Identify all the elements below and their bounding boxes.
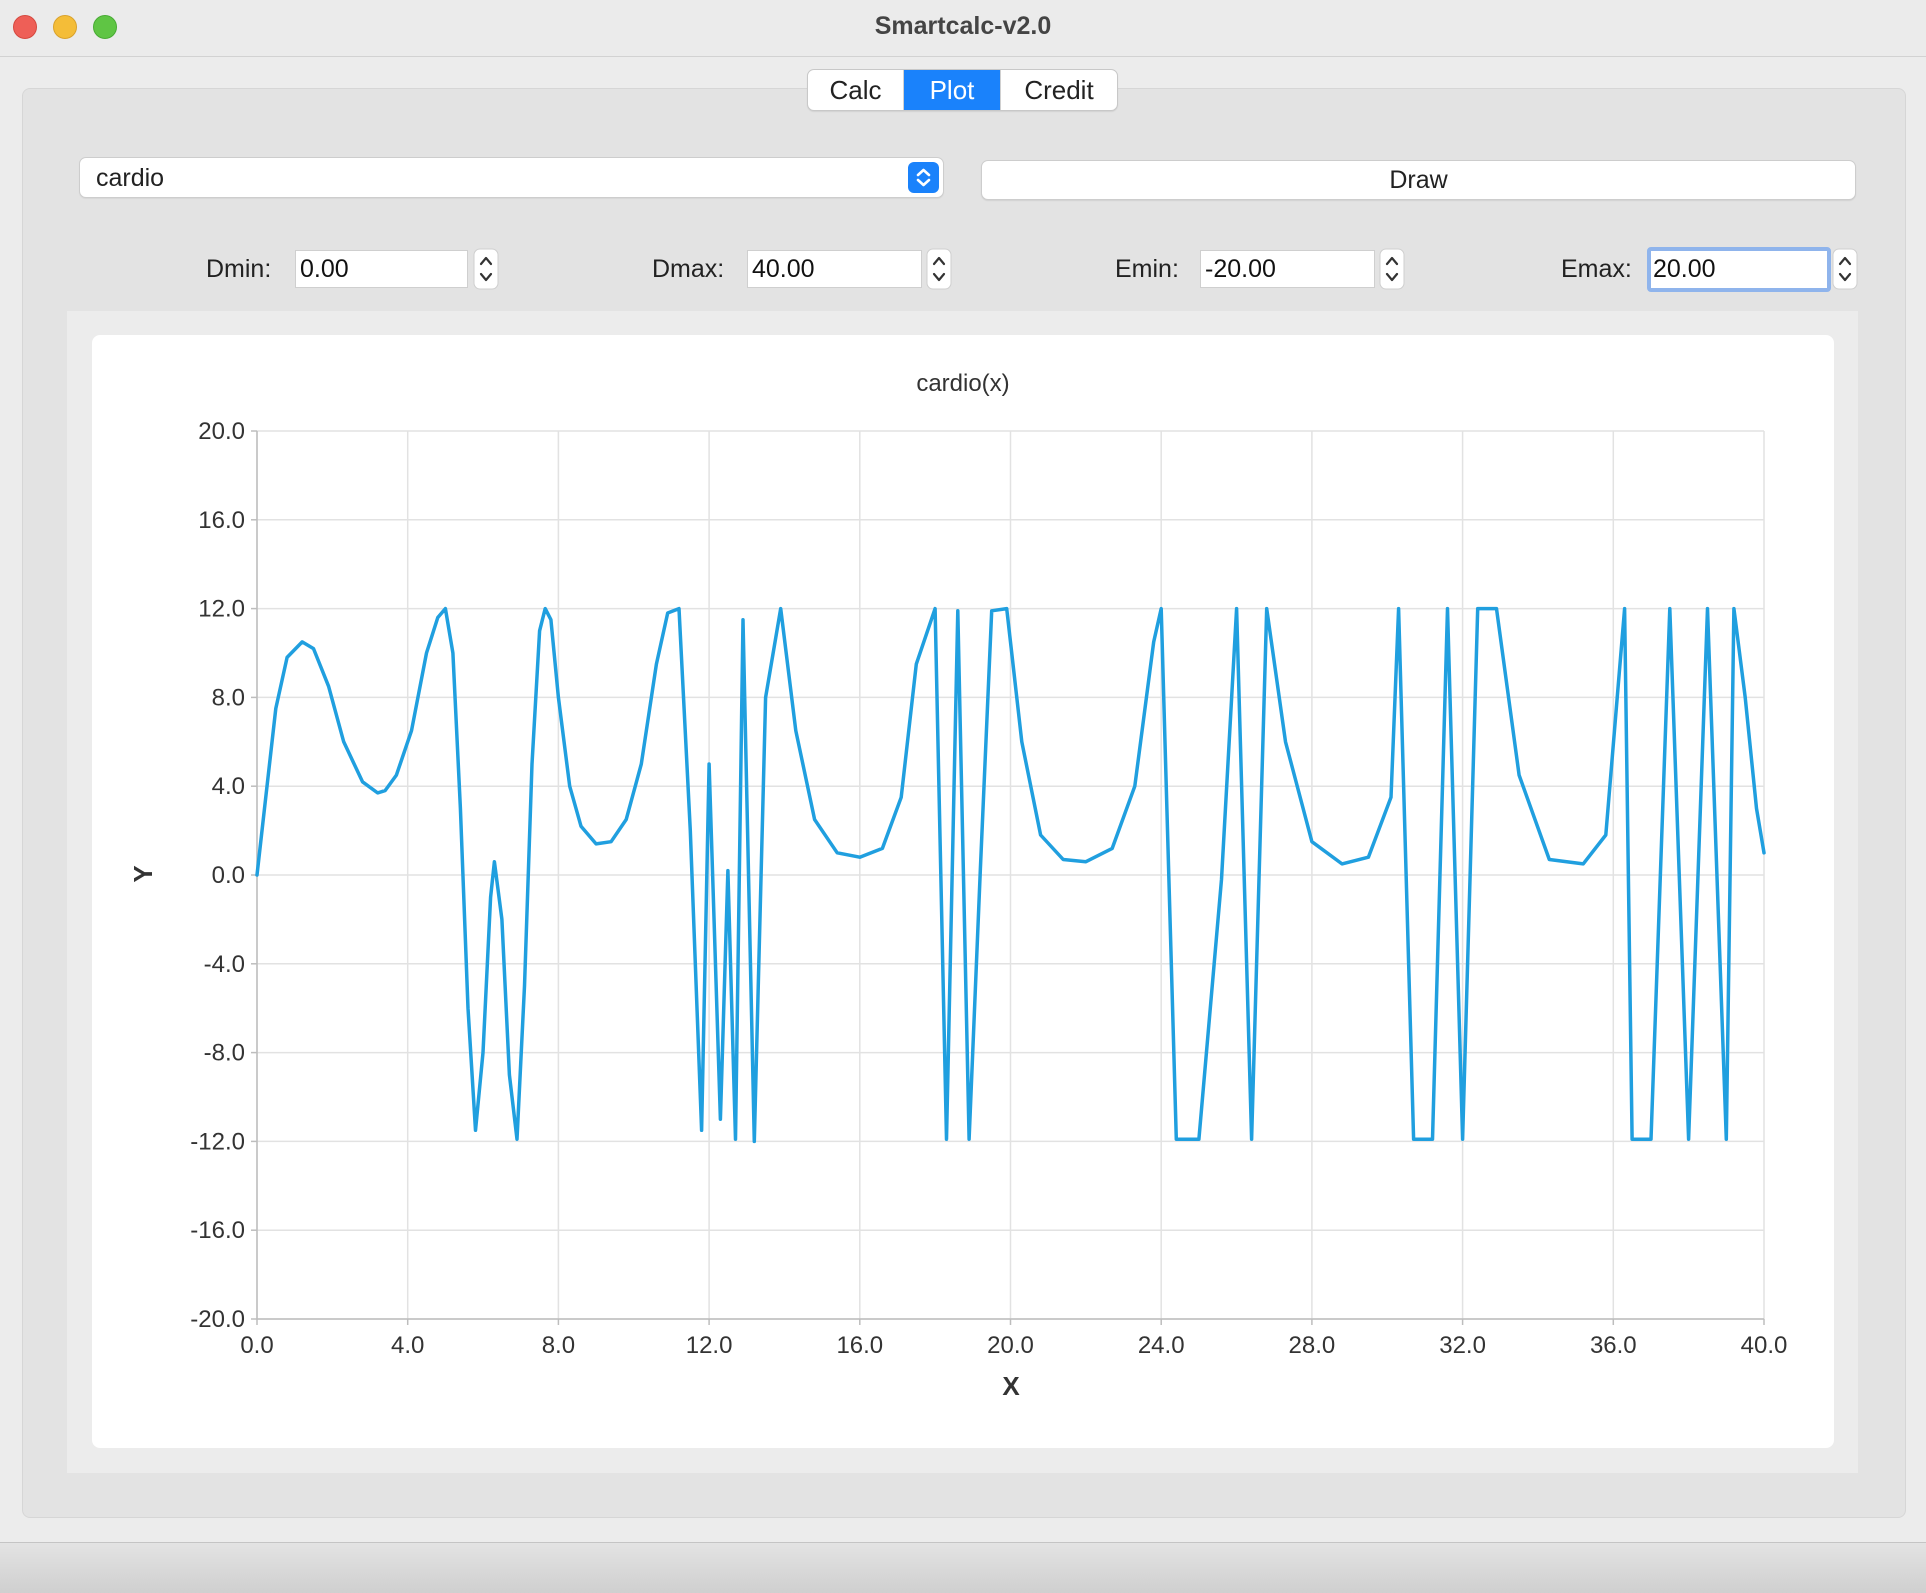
dmin-label: Dmin:	[206, 255, 272, 283]
dmax-stepper[interactable]	[926, 248, 952, 290]
x-tick-label: 32.0	[1439, 1332, 1486, 1359]
chart-title: cardio(x)	[916, 370, 1009, 397]
emax-label: Emax:	[1561, 255, 1632, 283]
dmin-input[interactable]: 0.00	[295, 250, 468, 288]
emax-stepper[interactable]	[1832, 248, 1858, 290]
y-tick-label: -8.0	[204, 1040, 245, 1067]
title-bar: Smartcalc-v2.0	[0, 0, 1926, 57]
y-tick-label: 20.0	[198, 418, 245, 445]
emin-label: Emin:	[1115, 255, 1179, 283]
dmax-label: Dmax:	[652, 255, 725, 283]
x-axis-label: X	[1002, 1371, 1020, 1401]
tab-bar: Calc Plot Credit	[807, 69, 1118, 111]
y-tick-label: -12.0	[190, 1128, 245, 1155]
x-tick-label: 8.0	[542, 1332, 575, 1359]
y-tick-label: 4.0	[212, 773, 245, 800]
chart-card: 0.0 4.0 8.0 12.0 16.0 20.0 24.0 28.0 32.0 36.0 40.…	[92, 335, 1834, 1448]
x-tick-label: 28.0	[1289, 1332, 1336, 1359]
function-select-value: cardio	[96, 164, 165, 192]
emax-input[interactable]: 20.00	[1647, 247, 1831, 292]
tab-plot[interactable]: Plot	[904, 70, 1001, 110]
y-tick-label: -4.0	[204, 951, 245, 978]
tab-calc[interactable]: Calc	[808, 70, 904, 110]
window-title: Smartcalc-v2.0	[874, 12, 1052, 40]
y-axis-label: Y	[128, 865, 158, 882]
y-tick-label: 8.0	[212, 684, 245, 711]
tab-credit[interactable]: Credit	[1001, 70, 1117, 110]
app-window: Smartcalc-v2.0 Calc Plot Credit cardio D…	[0, 0, 1926, 1593]
y-tick-label: 16.0	[198, 507, 245, 534]
function-select[interactable]: cardio	[79, 157, 944, 198]
y-axis-ticks: 20.0 16.0 12.0 8.0 4.0 0.0 -4.0 -8.0 -12.0 -16.0 -…	[190, 418, 257, 1333]
x-tick-label: 20.0	[987, 1332, 1034, 1359]
chart-grid	[256, 430, 1765, 1320]
y-tick-label: 12.0	[198, 596, 245, 623]
x-tick-label: 40.0	[1741, 1332, 1788, 1359]
dmax-input[interactable]: 40.00	[747, 250, 922, 288]
draw-button[interactable]: Draw	[981, 160, 1856, 200]
status-bar	[0, 1542, 1926, 1593]
emin-stepper[interactable]	[1379, 248, 1405, 290]
x-tick-label: 16.0	[836, 1332, 883, 1359]
y-tick-label: -16.0	[190, 1217, 245, 1244]
dmin-stepper[interactable]	[473, 248, 499, 290]
x-tick-label: 36.0	[1590, 1332, 1637, 1359]
x-tick-label: 24.0	[1138, 1332, 1185, 1359]
x-tick-label: 0.0	[240, 1332, 273, 1359]
y-tick-label: -20.0	[190, 1306, 245, 1333]
x-tick-label: 12.0	[686, 1332, 733, 1359]
line-chart: 0.0 4.0 8.0 12.0 16.0 20.0 24.0 28.0 32.0 36.0 40.…	[128, 370, 1787, 1401]
emin-input[interactable]: -20.00	[1200, 250, 1375, 288]
x-axis-ticks: 0.0 4.0 8.0 12.0 16.0 20.0 24.0 28.0 32.0 36.0 40.…	[240, 1319, 1787, 1359]
y-tick-label: 0.0	[212, 862, 245, 889]
x-tick-label: 4.0	[391, 1332, 424, 1359]
select-arrows-icon	[908, 162, 939, 193]
